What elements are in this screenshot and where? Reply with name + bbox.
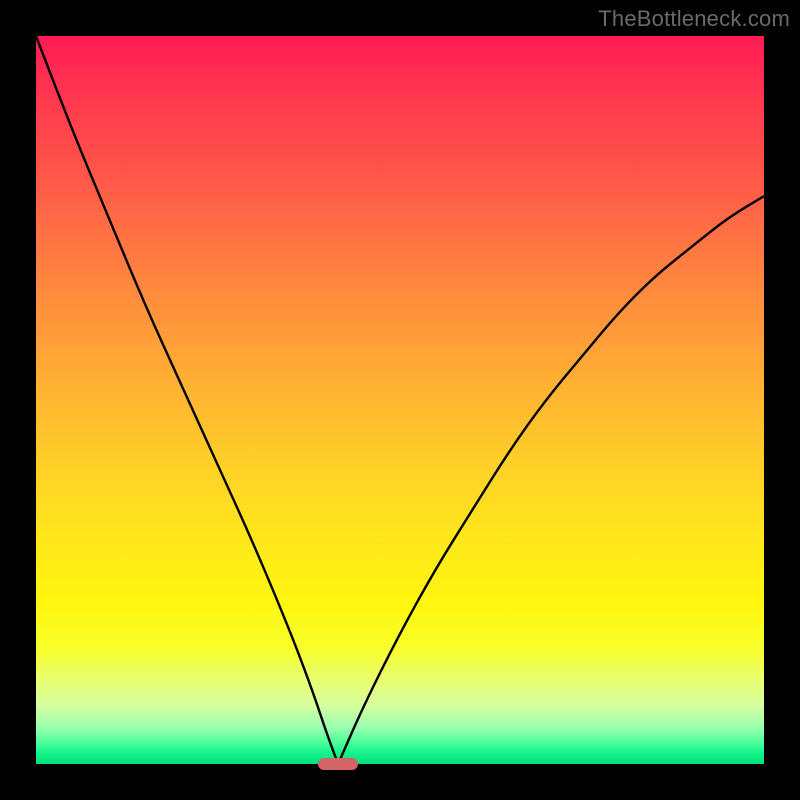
right-branch-curve [338, 196, 764, 764]
plot-area [36, 36, 764, 764]
minimum-marker [318, 758, 358, 770]
curve-layer [36, 36, 764, 764]
chart-frame: TheBottleneck.com [0, 0, 800, 800]
left-branch-curve [36, 36, 338, 764]
watermark-text: TheBottleneck.com [598, 6, 790, 32]
